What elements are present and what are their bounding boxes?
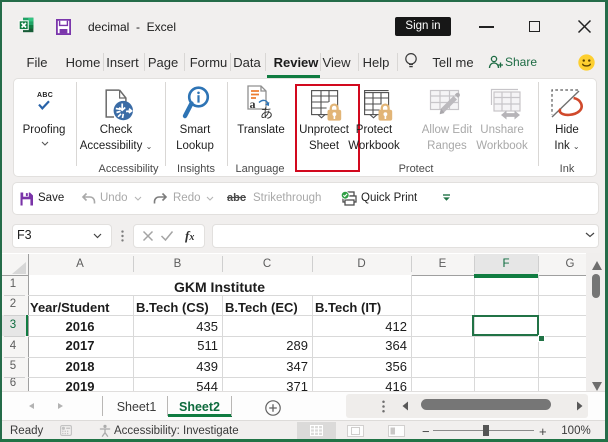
svg-text:a: a	[250, 97, 256, 111]
svg-text:あ: あ	[260, 106, 273, 121]
